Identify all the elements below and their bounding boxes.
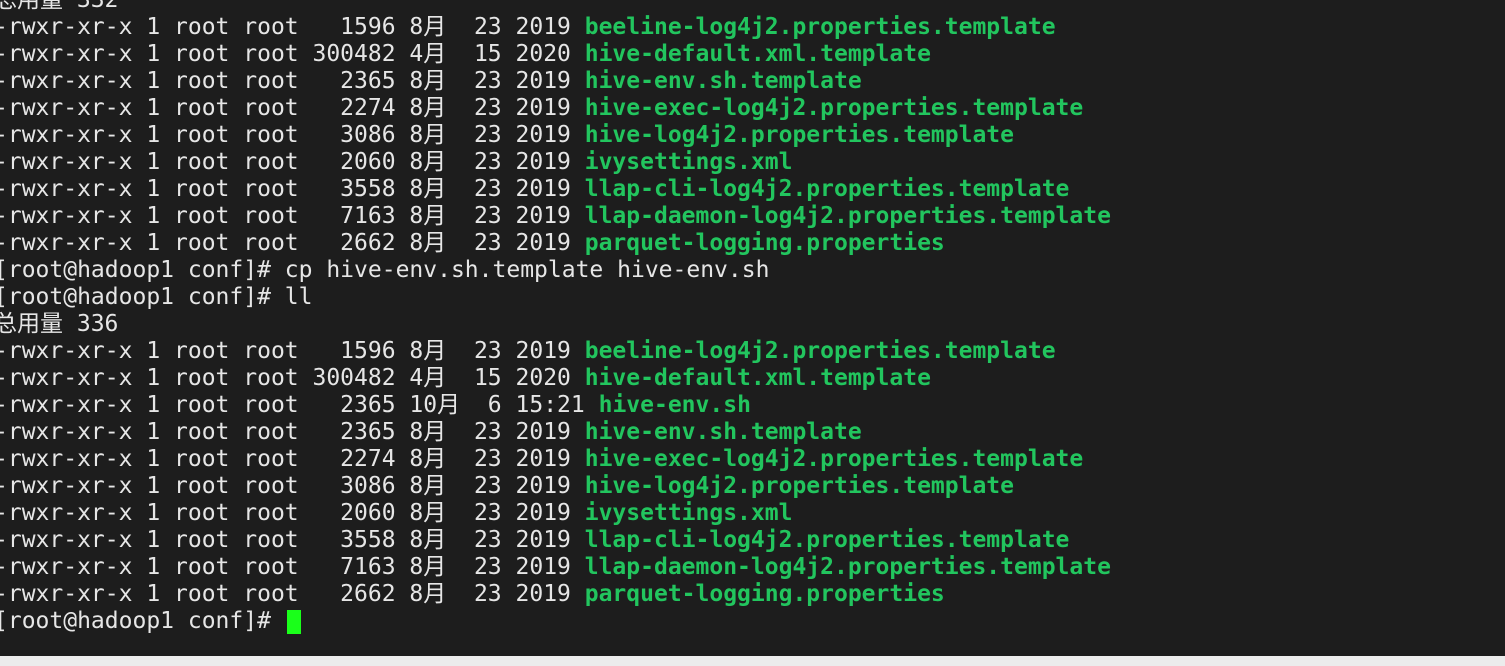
file-listing-row: -rwxr-xr-x 1 root root 2662 8月 23 2019 p… — [0, 581, 1111, 608]
file-metadata: -rwxr-xr-x 1 root root 2662 8月 23 2019 — [0, 230, 585, 256]
file-name: llap-cli-log4j2.properties.template — [584, 527, 1070, 553]
file-metadata: -rwxr-xr-x 1 root root 300482 4月 15 2020 — [0, 365, 585, 391]
file-listing-row: -rwxr-xr-x 1 root root 1596 8月 23 2019 b… — [0, 14, 1111, 41]
file-listing-row: -rwxr-xr-x 1 root root 2365 8月 23 2019 h… — [0, 419, 1111, 446]
file-metadata: -rwxr-xr-x 1 root root 2365 8月 23 2019 — [0, 419, 585, 445]
file-name: parquet-logging.properties — [584, 230, 945, 256]
file-listing-row: -rwxr-xr-x 1 root root 1596 8月 23 2019 b… — [0, 338, 1111, 365]
terminal-output: 总用量 332 -rwxr-xr-x 1 root root 1596 8月 23… — [0, 0, 1111, 635]
file-metadata: -rwxr-xr-x 1 root root 2060 8月 23 2019 — [0, 149, 585, 175]
file-metadata: -rwxr-xr-x 1 root root 7163 8月 23 2019 — [0, 554, 585, 580]
terminal-text-line: [root@hadoop1 conf]# cp hive-env.sh.temp… — [0, 257, 770, 283]
file-name: hive-exec-log4j2.properties.template — [584, 95, 1084, 121]
file-name: hive-default.xml.template — [584, 365, 931, 391]
file-listing-row: -rwxr-xr-x 1 root root 2365 10月 6 15:21 … — [0, 392, 1111, 419]
file-metadata: -rwxr-xr-x 1 root root 1596 8月 23 2019 — [0, 14, 585, 40]
terminal-text-line: 总用量 332 — [0, 0, 119, 13]
file-name: llap-cli-log4j2.properties.template — [584, 176, 1070, 202]
text-cursor[interactable] — [286, 609, 301, 634]
file-metadata: -rwxr-xr-x 1 root root 2365 8月 23 2019 — [0, 68, 585, 94]
file-listing-row: -rwxr-xr-x 1 root root 7163 8月 23 2019 l… — [0, 554, 1111, 581]
file-metadata: -rwxr-xr-x 1 root root 3558 8月 23 2019 — [0, 527, 585, 553]
file-listing-row: -rwxr-xr-x 1 root root 3086 8月 23 2019 h… — [0, 473, 1111, 500]
file-metadata: -rwxr-xr-x 1 root root 2274 8月 23 2019 — [0, 95, 585, 121]
file-listing-row: -rwxr-xr-x 1 root root 2662 8月 23 2019 p… — [0, 230, 1111, 257]
file-name: hive-env.sh.template — [584, 419, 862, 445]
file-name: beeline-log4j2.properties.template — [584, 338, 1056, 364]
file-name: ivysettings.xml — [584, 149, 793, 175]
file-listing-row: -rwxr-xr-x 1 root root 3086 8月 23 2019 h… — [0, 122, 1111, 149]
file-metadata: -rwxr-xr-x 1 root root 2662 8月 23 2019 — [0, 581, 585, 607]
shell-prompt: [root@hadoop1 conf]# — [0, 608, 285, 634]
file-listing-row: -rwxr-xr-x 1 root root 7163 8月 23 2019 l… — [0, 203, 1111, 230]
file-metadata: -rwxr-xr-x 1 root root 2365 10月 6 15:21 — [0, 392, 599, 418]
file-name: llap-daemon-log4j2.properties.template — [584, 554, 1111, 580]
file-listing-row: -rwxr-xr-x 1 root root 2274 8月 23 2019 h… — [0, 95, 1111, 122]
file-listing-row: -rwxr-xr-x 1 root root 300482 4月 15 2020… — [0, 365, 1111, 392]
file-listing-row: -rwxr-xr-x 1 root root 3558 8月 23 2019 l… — [0, 176, 1111, 203]
file-metadata: -rwxr-xr-x 1 root root 2274 8月 23 2019 — [0, 446, 585, 472]
file-metadata: -rwxr-xr-x 1 root root 3558 8月 23 2019 — [0, 176, 585, 202]
terminal-text-line: 总用量 336 — [0, 311, 119, 337]
file-name: beeline-log4j2.properties.template — [584, 14, 1056, 40]
terminal-window[interactable]: 总用量 332 -rwxr-xr-x 1 root root 1596 8月 23… — [0, 0, 1505, 656]
file-listing-row: -rwxr-xr-x 1 root root 2060 8月 23 2019 i… — [0, 500, 1111, 527]
file-name: hive-default.xml.template — [584, 41, 931, 67]
terminal-text-line: [root@hadoop1 conf]# ll — [0, 284, 313, 310]
file-name: hive-log4j2.properties.template — [584, 122, 1014, 148]
file-listing-row: -rwxr-xr-x 1 root root 3558 8月 23 2019 l… — [0, 527, 1111, 554]
file-name: hive-exec-log4j2.properties.template — [584, 446, 1084, 472]
file-metadata: -rwxr-xr-x 1 root root 3086 8月 23 2019 — [0, 122, 585, 148]
file-metadata: -rwxr-xr-x 1 root root 2060 8月 23 2019 — [0, 500, 585, 526]
file-metadata: -rwxr-xr-x 1 root root 1596 8月 23 2019 — [0, 338, 585, 364]
file-listing-row: -rwxr-xr-x 1 root root 2365 8月 23 2019 h… — [0, 68, 1111, 95]
file-metadata: -rwxr-xr-x 1 root root 300482 4月 15 2020 — [0, 41, 585, 67]
file-name: hive-env.sh — [598, 392, 751, 418]
file-listing-row: -rwxr-xr-x 1 root root 2060 8月 23 2019 i… — [0, 149, 1111, 176]
file-name: hive-env.sh.template — [584, 68, 862, 94]
active-prompt-line: [root@hadoop1 conf]# — [0, 608, 1111, 635]
file-name: parquet-logging.properties — [584, 581, 945, 607]
file-listing-row: -rwxr-xr-x 1 root root 2274 8月 23 2019 h… — [0, 446, 1111, 473]
file-listing-row: -rwxr-xr-x 1 root root 300482 4月 15 2020… — [0, 41, 1111, 68]
file-name: hive-log4j2.properties.template — [584, 473, 1014, 499]
file-name: llap-daemon-log4j2.properties.template — [584, 203, 1111, 229]
file-metadata: -rwxr-xr-x 1 root root 7163 8月 23 2019 — [0, 203, 585, 229]
file-metadata: -rwxr-xr-x 1 root root 3086 8月 23 2019 — [0, 473, 585, 499]
window-bottom-edge — [0, 656, 1505, 666]
file-name: ivysettings.xml — [584, 500, 793, 526]
